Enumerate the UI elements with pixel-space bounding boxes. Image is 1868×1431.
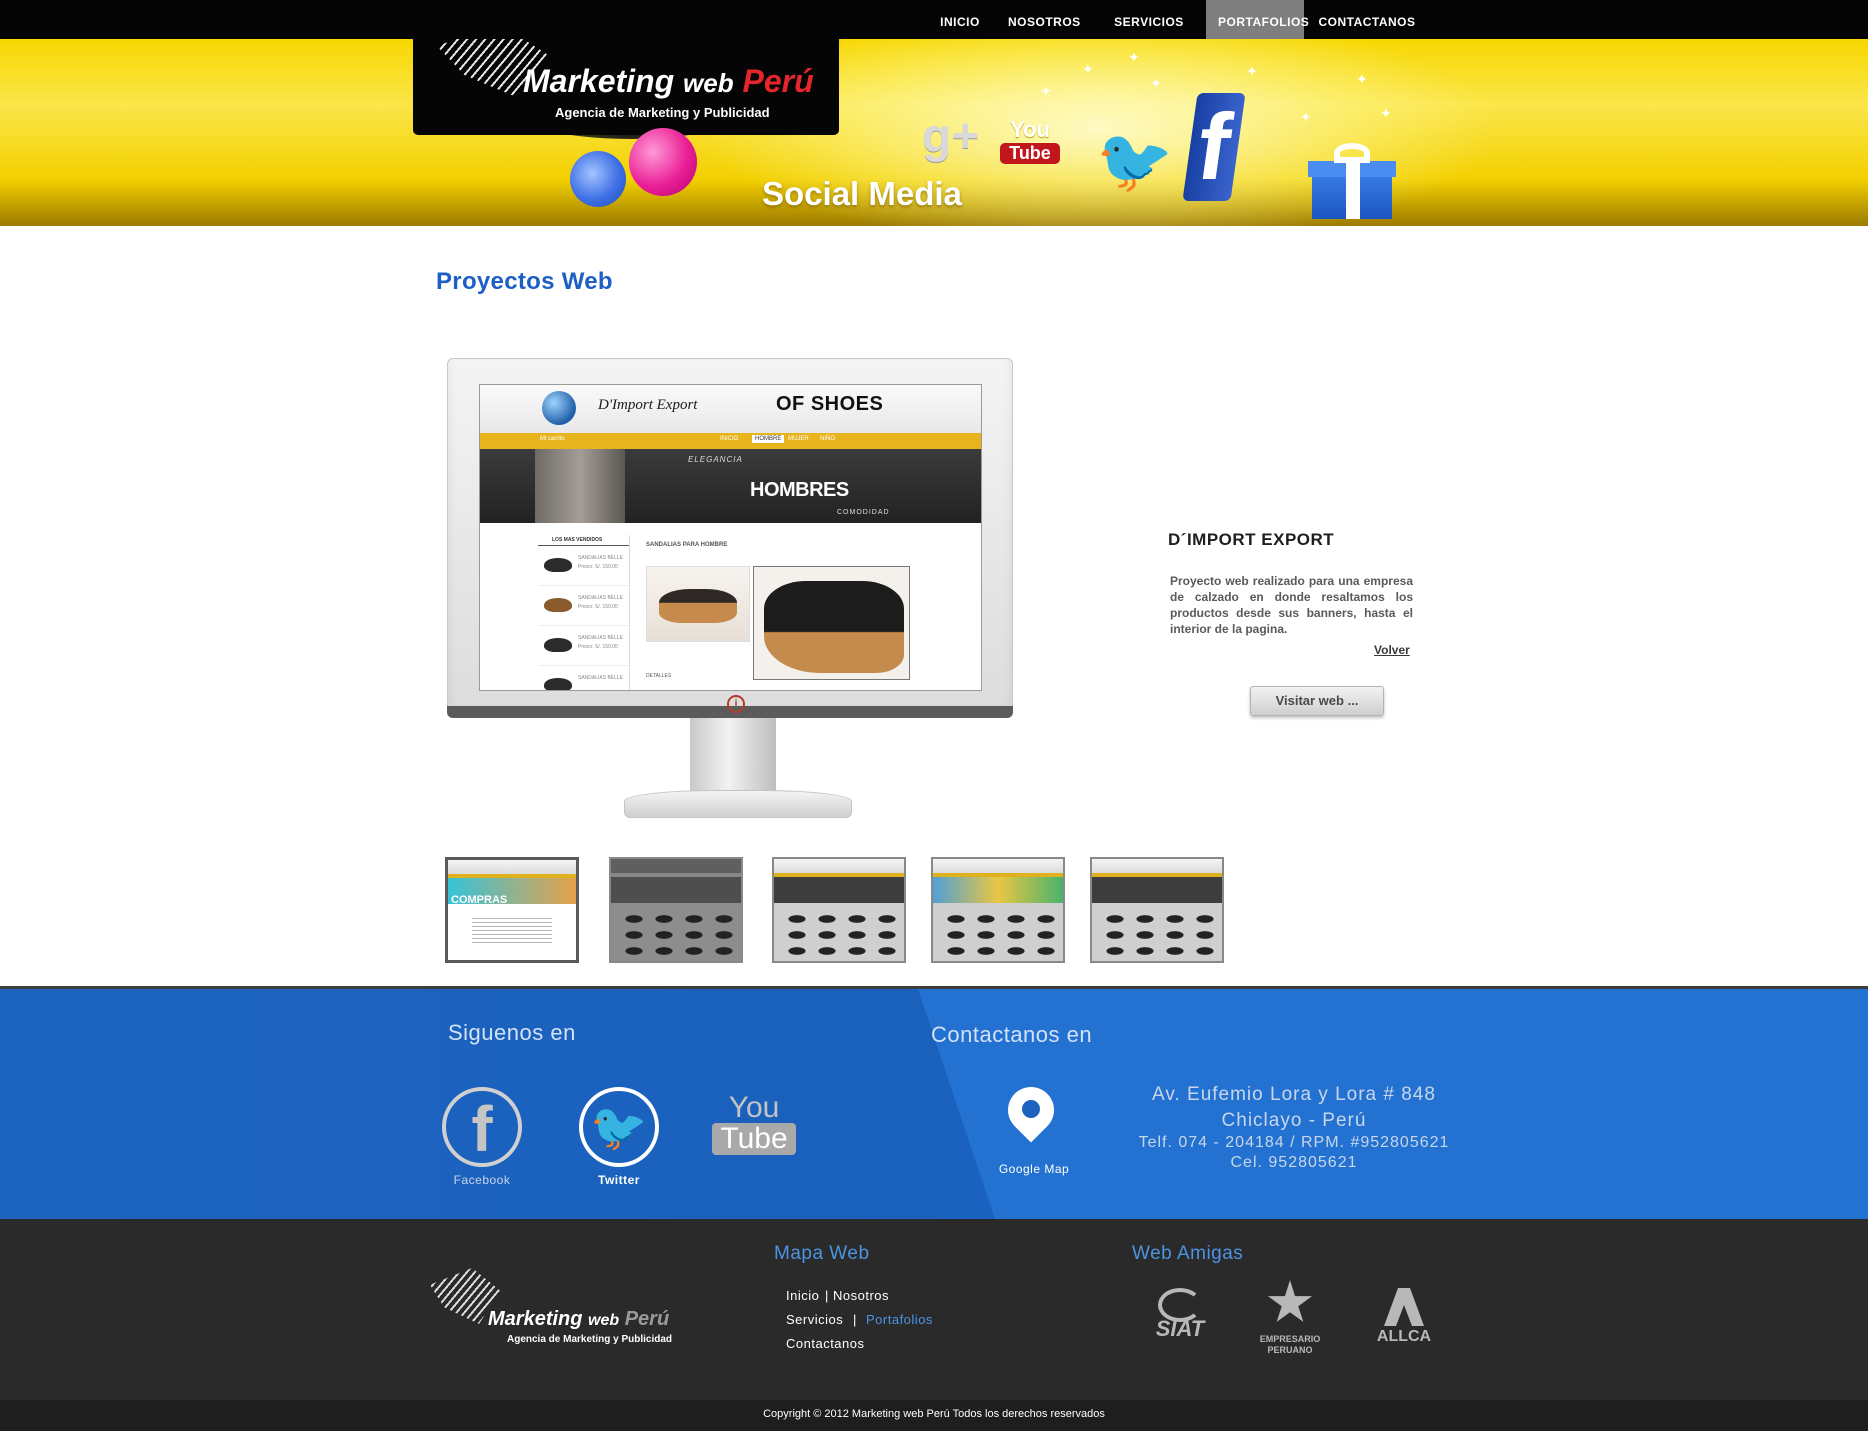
footer-link-portafolios[interactable]: Portafolios xyxy=(866,1312,933,1327)
nav-portafolios[interactable]: PORTAFOLIOS xyxy=(1206,0,1309,39)
contact-heading: Contactanos en xyxy=(931,1022,1093,1047)
preview-nav: Mi carrito INICIO HOMBRE MUJER NIÑO xyxy=(480,433,981,449)
footer-link-contactanos[interactable]: Contactanos xyxy=(786,1336,865,1351)
cell-line: Cel. 952805621 xyxy=(1230,1154,1358,1171)
back-link[interactable]: Volver xyxy=(1374,643,1410,657)
sitemap-heading: Mapa Web xyxy=(774,1243,870,1264)
page-title: Proyectos Web xyxy=(436,268,613,295)
preview-content-title: SANDALIAS PARA HOMBRE xyxy=(646,542,728,548)
footer-logo-wordmark: Marketing web Perú xyxy=(488,1308,670,1330)
monitor-base xyxy=(624,790,852,818)
list-item: SANDALIAS BELLE Precio: S/. 150.00 xyxy=(538,546,629,586)
address-city: Chiclayo - Perú xyxy=(1221,1110,1367,1131)
logo-tagline: Agencia de Marketing y Publicidad xyxy=(555,105,770,120)
project-thumbnail[interactable] xyxy=(772,857,906,963)
preview-product-image xyxy=(753,566,910,680)
list-item: SANDALIAS BELLE Precio: S/. 150.00 xyxy=(538,586,629,626)
preview-nav-item: HOMBRE xyxy=(752,435,785,443)
preview-nav-item: MUJER xyxy=(788,436,809,442)
main-nav: INICIO NOSOTROS SERVICIOS PORTAFOLIOS CO… xyxy=(924,0,1430,39)
preview-hero-photo xyxy=(535,449,625,523)
project-thumbnail[interactable]: COMPRAS xyxy=(445,857,579,963)
project-description: Proyecto web realizado para una empresa … xyxy=(1170,574,1413,636)
preview-hero-sub: ELEGANCIA xyxy=(688,455,743,464)
project-thumbnail[interactable] xyxy=(1090,857,1224,963)
power-icon: i xyxy=(727,695,745,713)
list-item: SANDALIAS BELLE Precio: S/. 150.00 xyxy=(538,626,629,666)
twitter-icon[interactable]: 🐦 xyxy=(579,1087,659,1167)
youtube-icon[interactable]: You Tube xyxy=(712,1093,796,1155)
facebook-label[interactable]: Facebook xyxy=(432,1173,532,1187)
map-pin-icon[interactable] xyxy=(998,1077,1064,1151)
twitter-icon: 🐦 xyxy=(1096,127,1174,196)
blue-bubble xyxy=(570,151,626,207)
copyright-text: Copyright © 2012 Marketing web Perú Todo… xyxy=(763,1408,1105,1420)
preview-header: D'Import Export OF SHOES xyxy=(480,385,981,433)
google-map-label[interactable]: Google Map xyxy=(984,1162,1084,1176)
partner-empresario-peruano[interactable]: EMPRESARIO PERUANO xyxy=(1250,1280,1330,1356)
globe-icon xyxy=(542,391,576,425)
project-thumbnail[interactable] xyxy=(931,857,1065,963)
preview-details-label: DETALLES xyxy=(646,673,672,679)
nav-contactanos[interactable]: CONTACTANOS xyxy=(1304,0,1430,39)
preview-product-thumb xyxy=(646,566,750,642)
preview-nav-item: INICIO xyxy=(720,436,739,442)
youtube-icon: You Tube xyxy=(1000,117,1060,164)
gift-icon xyxy=(1308,143,1396,219)
allca-logo-icon xyxy=(1384,1288,1424,1326)
pink-bubble xyxy=(629,128,697,196)
preview-hero-title: HOMBRES xyxy=(750,479,849,501)
project-thumbnail[interactable] xyxy=(609,857,743,963)
preview-sidebar: LOS MAS VENDIDOS SANDALIAS BELLE Precio: … xyxy=(538,535,630,690)
follow-heading: Siguenos en xyxy=(448,1020,576,1045)
phone-line: Telf. 074 - 204184 / RPM. #952805621 xyxy=(1138,1134,1450,1151)
footer-link-servicios[interactable]: Servicios xyxy=(786,1312,843,1327)
preview-slogan: OF SHOES xyxy=(776,393,884,415)
footer-logo[interactable]: Marketing web Perú Agencia de Marketing … xyxy=(430,1268,700,1348)
header-logo[interactable]: Marketing web Perú Agencia de Marketing … xyxy=(413,39,839,135)
preview-nav-item: NIÑO xyxy=(820,436,835,442)
nav-nosotros[interactable]: NOSOTROS xyxy=(996,0,1092,39)
empresario-logo-icon xyxy=(1267,1280,1313,1322)
facebook-icon[interactable]: f xyxy=(442,1087,522,1167)
project-preview-screen: D'Import Export OF SHOES Mi carrito INIC… xyxy=(479,384,982,691)
address-line: Av. Eufemio Lora y Lora # 848 xyxy=(1152,1084,1436,1105)
footer-link-inicio[interactable]: Inicio xyxy=(786,1288,819,1303)
partner-allca[interactable]: ALLCA xyxy=(1372,1288,1436,1346)
site-footer xyxy=(0,1219,1868,1400)
nav-servicios[interactable]: SERVICIOS xyxy=(1092,0,1206,39)
friends-heading: Web Amigas xyxy=(1132,1243,1244,1264)
preview-hero-sub: COMODIDAD xyxy=(837,509,890,516)
preview-hero: ELEGANCIA HOMBRES COMODIDAD xyxy=(480,449,981,523)
twitter-label[interactable]: Twitter xyxy=(569,1173,669,1187)
preview-sidebar-title: LOS MAS VENDIDOS xyxy=(538,535,629,546)
logo-wordmark: Marketing web Perú xyxy=(523,63,814,99)
preview-brand: D'Import Export xyxy=(598,397,698,413)
footer-separator: | xyxy=(825,1288,829,1303)
visit-website-button[interactable]: Visitar web ... xyxy=(1250,686,1384,716)
banner-title: Social Media xyxy=(762,175,962,212)
partner-siat[interactable]: SIAT xyxy=(1142,1288,1218,1342)
footer-separator: | xyxy=(853,1312,857,1327)
preview-cart: Mi carrito xyxy=(540,436,565,442)
header-banner: Marketing web Perú Agencia de Marketing … xyxy=(0,39,1868,226)
footer-logo-tagline: Agencia de Marketing y Publicidad xyxy=(507,1334,673,1345)
nav-inicio[interactable]: INICIO xyxy=(924,0,996,39)
list-item: SANDALIAS BELLE xyxy=(538,666,629,690)
project-title: D´IMPORT EXPORT xyxy=(1168,530,1335,549)
google-plus-icon: g+ xyxy=(922,110,980,163)
footer-link-nosotros[interactable]: Nosotros xyxy=(833,1288,889,1303)
